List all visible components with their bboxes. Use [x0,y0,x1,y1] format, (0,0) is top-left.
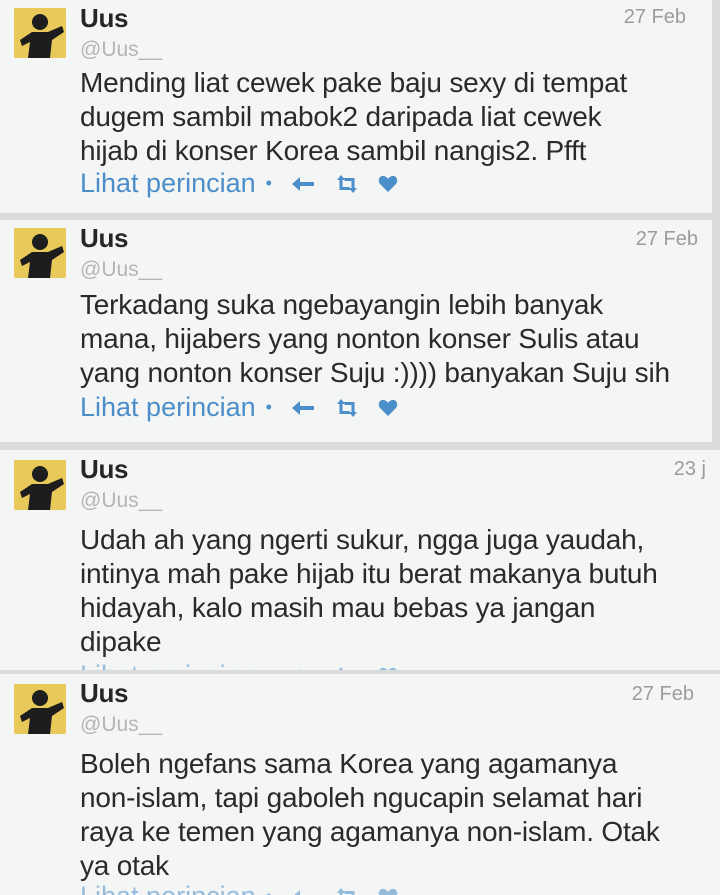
tweet-card[interactable]: Uus @Uus__ 27 Feb Mending liat cewek pak… [0,0,712,213]
favorite-icon[interactable] [378,175,398,193]
tweet-feed: Uus @Uus__ 27 Feb Mending liat cewek pak… [0,0,720,895]
tweet-text: Mending liat cewek pake baju sexy di tem… [80,67,628,166]
tweet-actions: Lihat perincian • [80,660,416,670]
separator-dot: • [265,173,272,193]
user-handle: @Uus__ [80,258,163,281]
tweet-text: Terkadang suka ngebayangin lebih banyak … [80,289,670,388]
favorite-icon[interactable] [378,667,398,670]
user-handle: @Uus__ [80,489,163,512]
tweet-date: 27 Feb [623,6,686,28]
tweet-actions: Lihat perincian • [80,168,416,199]
tweet-card[interactable]: Uus @Uus__ 27 Feb Boleh ngefans sama Kor… [0,674,720,895]
favorite-icon[interactable] [378,399,398,417]
separator-dot: • [265,397,272,417]
user-name[interactable]: Uus [80,223,129,254]
avatar[interactable] [14,460,66,510]
reply-icon[interactable] [290,667,316,670]
retweet-icon[interactable] [334,666,360,670]
separator-dot: • [266,886,272,895]
view-details-link[interactable]: Lihat perincian [80,168,256,199]
tweet-text: Boleh ngefans sama Korea yang agamanya n… [80,748,660,881]
reply-icon[interactable] [290,175,316,193]
view-details-link[interactable]: Lihat perincian [80,660,256,670]
user-name[interactable]: Uus [80,3,129,34]
tweet-date: 27 Feb [635,228,698,250]
user-name[interactable]: Uus [80,454,129,485]
user-name[interactable]: Uus [80,678,129,709]
separator-dot: • [266,665,272,670]
view-details-link[interactable]: Lihat perincian [80,881,256,895]
tweet-date: 23 j [673,458,706,480]
avatar[interactable] [14,8,66,58]
view-details-link[interactable]: Lihat perincian [80,392,256,423]
tweet-actions: Lihat perincian • [80,392,416,423]
avatar[interactable] [14,228,66,278]
tweet-date: 27 Feb [631,683,694,705]
tweet-actions: Lihat perincian • [80,881,416,895]
retweet-icon[interactable] [334,398,360,418]
reply-icon[interactable] [290,399,316,417]
tweet-card[interactable]: Uus @Uus__ 23 j Udah ah yang ngerti suku… [0,450,720,670]
user-handle: @Uus__ [80,38,163,61]
reply-icon[interactable] [290,888,316,895]
user-handle: @Uus__ [80,713,163,736]
tweet-card[interactable]: Uus @Uus__ 27 Feb Terkadang suka ngebaya… [0,220,712,442]
favorite-icon[interactable] [378,888,398,895]
retweet-icon[interactable] [334,887,360,895]
retweet-icon[interactable] [334,174,360,194]
avatar[interactable] [14,684,66,734]
tweet-text: Udah ah yang ngerti sukur, ngga juga yau… [80,524,658,657]
